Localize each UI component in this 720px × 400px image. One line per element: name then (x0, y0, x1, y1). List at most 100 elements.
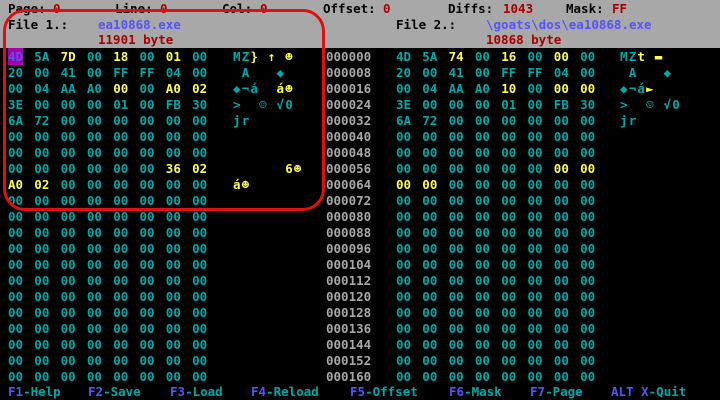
file2-hex-byte[interactable]: 00 (501, 224, 516, 241)
file2-hex-byte[interactable]: 00 (422, 288, 437, 305)
file2-hex-byte[interactable]: 00 (528, 80, 543, 97)
file1-hex-byte[interactable]: 00 (113, 128, 128, 145)
file1-hex-byte[interactable]: 00 (8, 352, 23, 369)
file2-hex-byte[interactable]: 00 (554, 320, 569, 337)
fkey-f6[interactable]: F6-Mask (449, 383, 502, 400)
fkey-f4[interactable]: F4-Reload (251, 383, 319, 400)
file1-hex-byte[interactable]: 00 (34, 144, 49, 161)
file1-hex-byte[interactable]: 00 (192, 64, 207, 81)
file2-hex-byte[interactable]: 00 (528, 128, 543, 145)
file1-hex-byte[interactable]: 00 (166, 240, 181, 257)
file2-hex-byte[interactable]: 00 (528, 160, 543, 177)
file1-hex-byte[interactable]: 00 (34, 320, 49, 337)
file2-hex-byte[interactable]: 00 (580, 144, 595, 161)
file1-hex-byte[interactable]: 00 (192, 208, 207, 225)
file2-hex-byte[interactable]: A0 (475, 80, 490, 97)
file2-hex-byte[interactable]: 00 (528, 224, 543, 241)
file2-hex-byte[interactable]: 00 (475, 272, 490, 289)
file1-hex-byte[interactable]: A0 (87, 80, 102, 97)
file1-hex-byte[interactable]: 7D (61, 48, 76, 65)
file1-hex-byte[interactable]: 18 (113, 48, 128, 65)
file1-hex-byte[interactable]: 00 (192, 144, 207, 161)
file2-hex-byte[interactable]: 00 (501, 304, 516, 321)
file1-hex-byte[interactable]: 02 (192, 80, 207, 97)
file1-hex-byte[interactable]: 41 (61, 64, 76, 81)
file2-hex-byte[interactable]: 00 (475, 240, 490, 257)
file1-hex-byte[interactable]: 00 (192, 352, 207, 369)
file1-hex-byte[interactable]: 00 (166, 224, 181, 241)
file2-hex-byte[interactable]: 00 (422, 240, 437, 257)
file2-hex-byte[interactable]: 00 (475, 160, 490, 177)
file1-hex-byte[interactable]: 00 (8, 160, 23, 177)
file2-hex-byte[interactable]: 00 (475, 304, 490, 321)
file2-hex-byte[interactable]: 00 (396, 128, 411, 145)
file1-hex-byte[interactable]: 00 (113, 272, 128, 289)
file2-hex-byte[interactable]: 00 (554, 256, 569, 273)
file1-hex-byte[interactable]: 01 (113, 96, 128, 113)
file1-hex-byte[interactable]: 00 (34, 288, 49, 305)
file2-hex-byte[interactable]: 00 (449, 336, 464, 353)
file2-hex-byte[interactable]: 00 (475, 64, 490, 81)
file1-hex-byte[interactable]: A0 (166, 80, 181, 97)
file1-hex-byte[interactable]: 00 (61, 176, 76, 193)
file2-hex-byte[interactable]: 00 (396, 160, 411, 177)
file1-hex-byte[interactable]: 00 (166, 320, 181, 337)
file2-hex-byte[interactable]: 4D (396, 48, 411, 65)
file1-hex-byte[interactable]: 00 (192, 240, 207, 257)
fkey-f5[interactable]: F5-Offset (350, 383, 418, 400)
file1-hex-byte[interactable]: 00 (61, 240, 76, 257)
file2-hex-byte[interactable]: 41 (449, 64, 464, 81)
fkey-f3[interactable]: F3-Load (170, 383, 223, 400)
file2-hex-byte[interactable]: 00 (449, 288, 464, 305)
file1-hex-byte[interactable]: 00 (140, 96, 155, 113)
file2-hex-byte[interactable]: 00 (422, 96, 437, 113)
file1-hex-byte[interactable]: 72 (34, 112, 49, 129)
file1-hex-byte[interactable]: 00 (8, 144, 23, 161)
file2-hex-byte[interactable]: 20 (396, 64, 411, 81)
file2-hex-byte[interactable]: 00 (554, 144, 569, 161)
file1-hex-byte[interactable]: 00 (34, 64, 49, 81)
file1-hex-byte[interactable]: 00 (140, 272, 155, 289)
file1-hex-byte[interactable]: 00 (140, 176, 155, 193)
file2-hex-byte[interactable]: 00 (475, 176, 490, 193)
file1-hex-byte[interactable]: 00 (87, 240, 102, 257)
file2-hex-byte[interactable]: 00 (580, 112, 595, 129)
file1-hex-byte[interactable]: 02 (34, 176, 49, 193)
file2-hex-byte[interactable]: 04 (554, 64, 569, 81)
file2-hex-byte[interactable]: 00 (554, 128, 569, 145)
file2-hex-byte[interactable]: 00 (554, 160, 569, 177)
file2-hex-byte[interactable]: 00 (475, 336, 490, 353)
file1-hex-byte[interactable]: 00 (166, 192, 181, 209)
file2-hex-byte[interactable]: 00 (554, 304, 569, 321)
file1-hex-byte[interactable]: 04 (166, 64, 181, 81)
file1-hex-byte[interactable]: 00 (34, 256, 49, 273)
file1-hex-byte[interactable]: 4D (8, 48, 24, 65)
file2-hex-byte[interactable]: 00 (528, 144, 543, 161)
file1-hex-byte[interactable]: 00 (166, 304, 181, 321)
file1-hex-byte[interactable]: 00 (166, 336, 181, 353)
file1-hex-byte[interactable]: 00 (192, 320, 207, 337)
file2-hex-byte[interactable]: 00 (528, 112, 543, 129)
file1-hex-byte[interactable]: 00 (113, 304, 128, 321)
file1-hex-byte[interactable]: 00 (61, 224, 76, 241)
hex-compare-area[interactable]: 4D 5A 7D 00 18 00 01 00 000000 4D 5A 74 00 16 00 00 00 M Z… (0, 48, 720, 384)
file1-hex-byte[interactable]: 00 (87, 320, 102, 337)
file2-hex-byte[interactable]: 00 (396, 192, 411, 209)
file2-hex-byte[interactable]: 00 (580, 176, 595, 193)
file2-hex-byte[interactable]: 00 (528, 336, 543, 353)
file1-hex-byte[interactable]: 00 (192, 128, 207, 145)
file1-hex-byte[interactable]: 00 (34, 336, 49, 353)
file1-hex-byte[interactable]: 00 (8, 336, 23, 353)
file1-hex-byte[interactable]: 00 (8, 272, 23, 289)
file2-hex-byte[interactable]: 00 (475, 144, 490, 161)
file2-hex-byte[interactable]: 00 (580, 80, 595, 97)
file2-hex-byte[interactable]: 00 (554, 208, 569, 225)
file2-hex-byte[interactable]: 00 (449, 144, 464, 161)
file1-hex-byte[interactable]: 00 (140, 320, 155, 337)
file2-hex-byte[interactable]: 00 (554, 80, 569, 97)
file1-hex-byte[interactable]: 00 (140, 304, 155, 321)
file1-hex-byte[interactable]: 00 (87, 160, 102, 177)
file1-hex-byte[interactable]: FF (113, 64, 128, 81)
file1-hex-byte[interactable]: 00 (192, 112, 207, 129)
file1-hex-byte[interactable]: 00 (61, 208, 76, 225)
